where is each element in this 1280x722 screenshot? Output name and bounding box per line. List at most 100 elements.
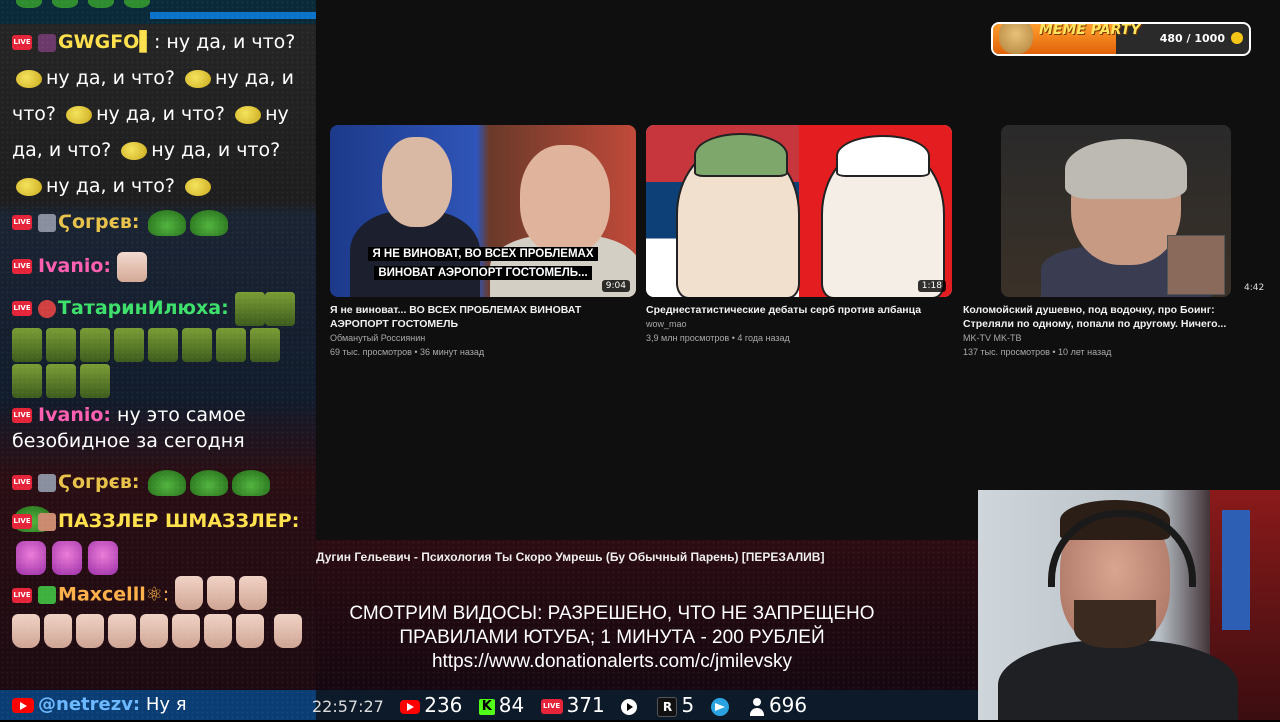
video-card[interactable]: Коломойский душевно, под водочку, про Бо… <box>963 125 1269 359</box>
face-emote <box>234 291 265 326</box>
caption-line: Я НЕ ВИНОВАТ, ВО ВСЕХ ПРОБЛЕМАХ <box>368 247 598 261</box>
banana-emote <box>66 105 93 124</box>
play-icon <box>621 698 638 715</box>
live-badge-icon: LIVE <box>12 35 32 50</box>
chat-message: LIVE Ivanio: ну это самое безобидное за … <box>12 402 308 454</box>
avatar <box>38 33 57 52</box>
notice-link: https://www.donationalerts.com/c/jmilevs… <box>431 651 793 672</box>
live-badge-icon: LIVE <box>12 408 32 423</box>
video-channel[interactable]: MK-TV MK-TB <box>963 331 1269 345</box>
video-duration: 9:04 <box>601 280 630 292</box>
video-thumbnail[interactable]: 1:18 <box>646 125 952 297</box>
chat-text: ну да, и что? <box>46 175 175 197</box>
youtube-icon <box>400 699 421 714</box>
hand-emote <box>236 614 264 648</box>
video-thumbnail[interactable]: Я НЕ ВИНОВАТ, ВО ВСЕХ ПРОБЛЕМАХ ВИНОВАТ … <box>330 125 636 297</box>
pepe-emote <box>16 0 42 8</box>
total-viewers: 696 <box>768 693 808 717</box>
hand-emote <box>117 251 148 282</box>
chat-text: ну да, и что? <box>151 139 281 161</box>
chat-username: Ϛогрєв: <box>58 211 140 233</box>
live-badge-icon: LIVE <box>12 301 32 316</box>
face-emote <box>114 328 144 362</box>
overlay-bottom: Дугин Гельевич - Психология Ты Скоро Умр… <box>316 540 978 690</box>
chat-username: GWGFO <box>58 31 140 53</box>
doge-icon <box>999 24 1033 54</box>
avatar <box>38 512 57 531</box>
video-card[interactable]: 1:18 Среднестатистические дебаты серб пр… <box>646 125 952 345</box>
donation-notice: СМОТРИМ ВИДОСЫ: РАЗРЕШЕНО, ЧТО НЕ ЗАПРЕЩ… <box>316 602 908 674</box>
video-title[interactable]: Среднестатистические дебаты серб против … <box>646 303 952 317</box>
video-title[interactable]: Я не виноват... ВО ВСЕХ ПРОБЛЕМАХ ВИНОВА… <box>330 303 636 331</box>
chat-username: @netrezv: <box>38 694 141 715</box>
chat-username: ПАЗЗЛЕР ШМАЗЗЛЕР: <box>58 510 300 532</box>
chat-text: ну да, и что? <box>96 103 226 125</box>
video-duration: 1:18 <box>917 280 946 292</box>
chat-footer: @netrezv: Ну я <box>0 690 316 720</box>
pepe-emote <box>147 469 186 496</box>
chat-text: ну да, и что? <box>46 67 175 89</box>
user-icon <box>749 697 765 716</box>
pepe-emote <box>88 0 114 8</box>
youtube-viewers: 236 <box>424 693 463 717</box>
youtube-recommendations: Я НЕ ВИНОВАТ, ВО ВСЕХ ПРОБЛЕМАХ ВИНОВАТ … <box>316 0 1280 540</box>
video-title-line[interactable]: Стреляли по одному, попали по другому. Н… <box>963 318 1226 330</box>
chat-message: LIVE GWGFO▌: ну да, и что? ну да, и что?… <box>12 24 308 204</box>
chat-username: Ivanio: <box>38 255 112 277</box>
live-badge-icon: LIVE <box>12 215 32 230</box>
hand-emote <box>204 614 232 648</box>
avatar <box>38 586 57 604</box>
banana-emote <box>16 69 42 88</box>
pepe-emote <box>124 0 150 8</box>
rutube-viewers: 5 <box>681 693 695 717</box>
avatar <box>38 213 57 232</box>
video-channel[interactable]: wow_mao <box>646 317 952 331</box>
hand-emote <box>207 576 236 610</box>
face-emote <box>12 328 42 362</box>
hand-emote <box>140 614 168 648</box>
video-meta: 137 тыс. просмотров • 10 лет назад <box>963 347 1112 357</box>
banana-emote <box>235 105 262 124</box>
marquee-text: Дугин Гельевич - Психология Ты Скоро Умр… <box>316 550 825 564</box>
video-channel[interactable]: Обманутый Россиянин <box>330 331 636 345</box>
chat-username: Maxcelll <box>58 583 146 606</box>
pepe-emote <box>189 209 228 236</box>
video-title-line[interactable]: АЭРОПОРТ ГОСТОМЕЛЬ <box>330 318 458 330</box>
chat-text: ну да, и <box>215 67 294 89</box>
notice-line: СМОТРИМ ВИДОСЫ: РАЗРЕШЕНО, ЧТО НЕ ЗАПРЕЩ… <box>349 603 875 624</box>
face-emote <box>12 364 42 398</box>
viewer-stats-bar: 22:57:27 236 K 84 LIVE 371 R5 696 <box>312 690 978 720</box>
video-title[interactable]: Коломойский душевно, под водочку, про Бо… <box>963 303 1269 331</box>
video-title-line[interactable]: Коломойский душевно, под водочку, про Бо… <box>963 304 1215 316</box>
chat-text: что? <box>12 103 57 125</box>
kick-icon: K <box>478 698 495 715</box>
chat-text: ну это самое <box>111 404 246 426</box>
live-icon: LIVE <box>540 699 563 714</box>
telegram-icon <box>710 697 729 716</box>
chat-text: безобидное за сегодня <box>12 430 245 452</box>
chat-username: Ivanio: <box>38 404 112 426</box>
live-badge-icon: LIVE <box>12 587 32 603</box>
face-emote <box>46 364 76 398</box>
video-title-line[interactable]: Я не виноват... ВО ВСЕХ ПРОБЛЕМАХ ВИНОВА… <box>330 304 581 316</box>
face-emote <box>80 364 110 398</box>
meme-party-title: MEME PARTY <box>1039 22 1141 38</box>
youtube-icon <box>12 697 34 713</box>
hand-emote <box>175 576 204 610</box>
hand-emote <box>172 614 200 648</box>
live-badge-icon: LIVE <box>12 259 32 274</box>
video-card[interactable]: Я НЕ ВИНОВАТ, ВО ВСЕХ ПРОБЛЕМАХ ВИНОВАТ … <box>330 125 636 359</box>
pink-emote <box>52 540 82 575</box>
live-viewers: 371 <box>566 693 605 717</box>
chat-accent-bar <box>150 12 316 19</box>
hand-emote <box>239 576 268 610</box>
chat-message: LIVE ТатаринИлюха: <box>12 290 308 400</box>
hand-emote <box>44 614 72 648</box>
caption-line: ВИНОВАТ АЭРОПОРТ ГОСТОМЕЛЬ... <box>374 266 592 280</box>
banana-emote <box>185 177 212 196</box>
face-emote <box>46 328 76 362</box>
video-thumbnail[interactable] <box>1001 125 1231 297</box>
chat-message: LIVE ПАЗЗЛЕР ШМАЗЗЛЕР: <box>12 503 308 575</box>
avatar <box>38 473 57 492</box>
chat-username: Ϛогрєв: <box>58 471 140 493</box>
